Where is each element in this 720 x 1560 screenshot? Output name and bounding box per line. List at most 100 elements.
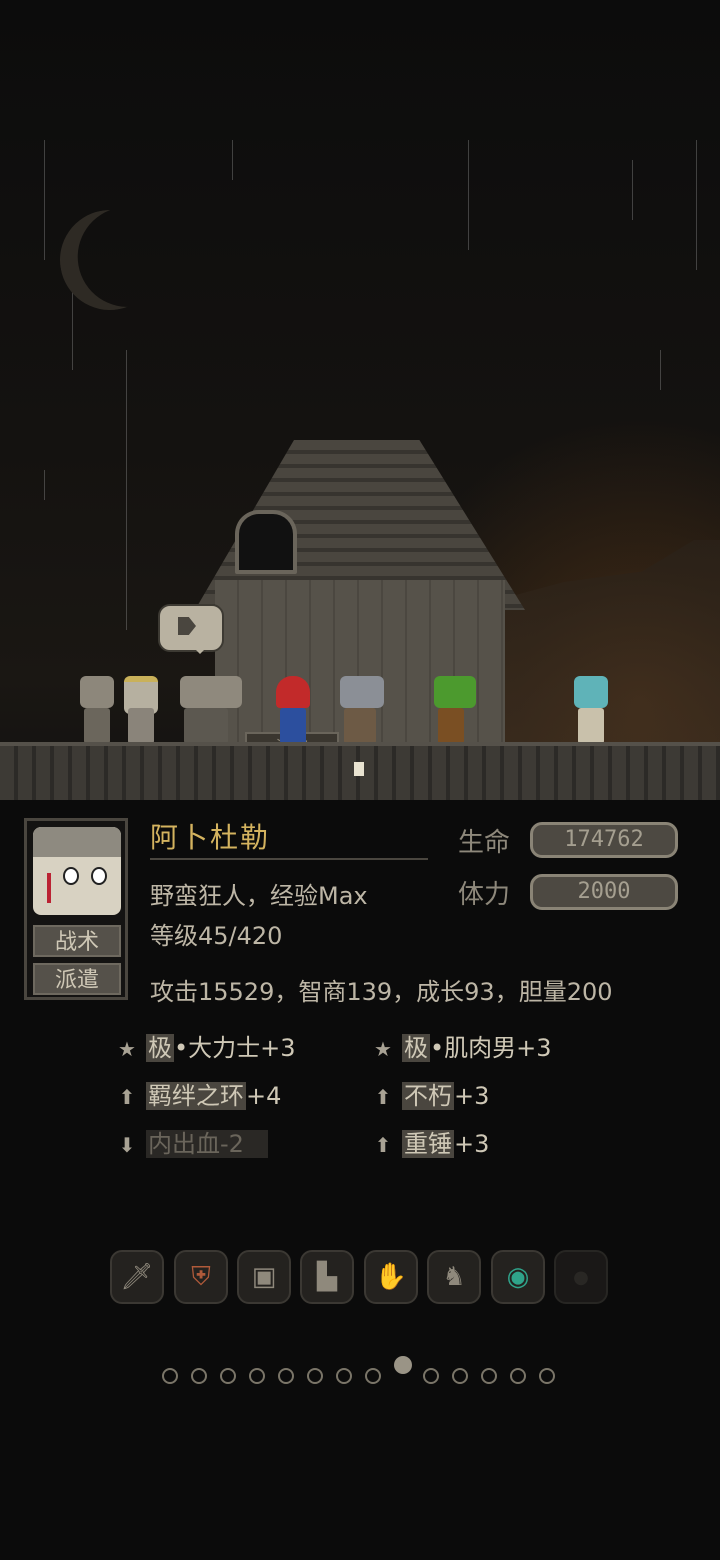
page-dot[interactable] [365,1368,381,1384]
character-body [344,708,376,744]
character-head [276,676,310,708]
arrow-up-icon: ⬆ [374,1133,392,1157]
character-head [574,676,608,708]
equipment-slot-potion[interactable]: ● [554,1250,608,1304]
trait-tag: 极 [402,1034,430,1062]
trait-item[interactable]: ⬆ 重锤+3 [370,1128,489,1160]
portrait-eye [63,867,79,885]
character-head [180,676,242,708]
hp-value: 174762 [530,822,678,858]
hero-stats-line: 攻击15529，智商139，成长93，胆量200 [150,978,613,1006]
page-dot[interactable] [278,1368,294,1384]
character-head [434,676,476,708]
portrait-eye [91,867,107,885]
hero-name[interactable]: 阿卜杜勒 [150,816,270,856]
equipment-slot-gloves[interactable]: ✋ [364,1250,418,1304]
page-dot[interactable] [539,1368,555,1384]
page-dot[interactable] [336,1368,352,1384]
gloves-icon: ✋ [374,1262,408,1292]
hero-level: 等级45/420 [150,922,283,950]
equipment-slot-boots[interactable]: ▙ [300,1250,354,1304]
trait-tag: 重锤 [402,1130,454,1158]
tactics-button[interactable]: 战术 [33,925,121,957]
star-icon: ★ [374,1037,392,1061]
potion-icon: ● [573,1266,589,1288]
character-body [578,708,604,744]
sword-icon: 🗡 [120,1262,154,1292]
ring-icon: ◉ [506,1262,530,1292]
arrow-up-icon: ⬆ [118,1085,136,1109]
rain-streak [696,140,697,270]
trait-text: +3 [454,1130,490,1158]
page-dot[interactable] [510,1368,526,1384]
crescent-moon-icon [52,202,168,318]
boots-icon: ▙ [317,1262,337,1292]
trait-tag: 内出血-2 [146,1130,268,1158]
armor-icon: ▣ [251,1262,277,1292]
trait-text: +3 [454,1082,490,1110]
party-member[interactable] [116,676,164,744]
enter-tavern-bubble[interactable] [158,604,224,654]
divider [150,858,428,860]
star-icon: ★ [118,1037,136,1061]
trait-item[interactable]: ⬆ 羁绊之环+4 [114,1080,281,1112]
cloak-icon: ♞ [442,1262,466,1292]
game-scene: 酒馆 [0,0,720,800]
arrow-down-icon: ⬇ [118,1133,136,1157]
rain-streak [468,140,469,250]
character-head [340,676,384,708]
trait-tag: 不朽 [402,1082,454,1110]
page-dot[interactable] [481,1368,497,1384]
page-dot-active[interactable] [394,1356,412,1374]
character-body [84,708,110,744]
page-dot[interactable] [249,1368,265,1384]
equipment-slot-ring[interactable]: ◉ [491,1250,545,1304]
hero-class-exp: 野蛮狂人，经验Max [150,882,368,910]
trait-text: +4 [246,1082,282,1110]
page-dot[interactable] [452,1368,468,1384]
rain-streak [232,140,233,180]
character-body [128,708,154,744]
shield-icon: ⛨ [191,1261,211,1292]
party-member[interactable] [268,676,316,744]
equipment-slot-cloak[interactable]: ♞ [427,1250,481,1304]
page-dot[interactable] [220,1368,236,1384]
party-member[interactable] [172,676,248,744]
door-exit-icon [178,617,196,635]
party-member[interactable] [566,676,614,744]
rain-streak [126,350,127,630]
page-dot[interactable] [307,1368,323,1384]
trait-text: •大力士+3 [174,1034,296,1062]
trait-tag: 极 [146,1034,174,1062]
dispatch-button[interactable]: 派遣 [33,963,121,995]
party-member-selected[interactable] [332,676,392,744]
equipment-slot-weapon[interactable]: 🗡 [110,1250,164,1304]
page-dot[interactable] [162,1368,178,1384]
rain-streak [44,470,45,500]
hero-portrait[interactable] [33,827,121,915]
rain-streak [660,350,661,390]
tavern-window [235,510,297,574]
page-dot[interactable] [191,1368,207,1384]
hp-label: 生命 [458,828,511,858]
stamina-label: 体力 [458,880,511,910]
equipment-slot-offhand[interactable]: ⛨ [174,1250,228,1304]
portrait-scar [47,873,51,903]
trait-item[interactable]: ★ 极•大力士+3 [114,1032,296,1064]
trait-item[interactable]: ★ 极•肌肉男+3 [370,1032,552,1064]
party-member[interactable] [426,676,482,744]
trait-text: •肌肉男+3 [430,1034,552,1062]
trait-item[interactable]: ⬆ 不朽+3 [370,1080,489,1112]
character-body [184,708,228,744]
cobblestone-ground [0,742,720,800]
character-head [80,676,114,708]
character-body [438,708,464,744]
trait-item[interactable]: ⬇ 内出血-2 [114,1128,268,1160]
hero-portrait-card: 战术 派遣 [24,818,128,1000]
rain-streak [44,140,45,260]
page-dot[interactable] [423,1368,439,1384]
equipment-slot-armor[interactable]: ▣ [237,1250,291,1304]
character-body [280,708,306,744]
rain-streak [632,160,633,220]
party-member[interactable] [72,676,120,744]
